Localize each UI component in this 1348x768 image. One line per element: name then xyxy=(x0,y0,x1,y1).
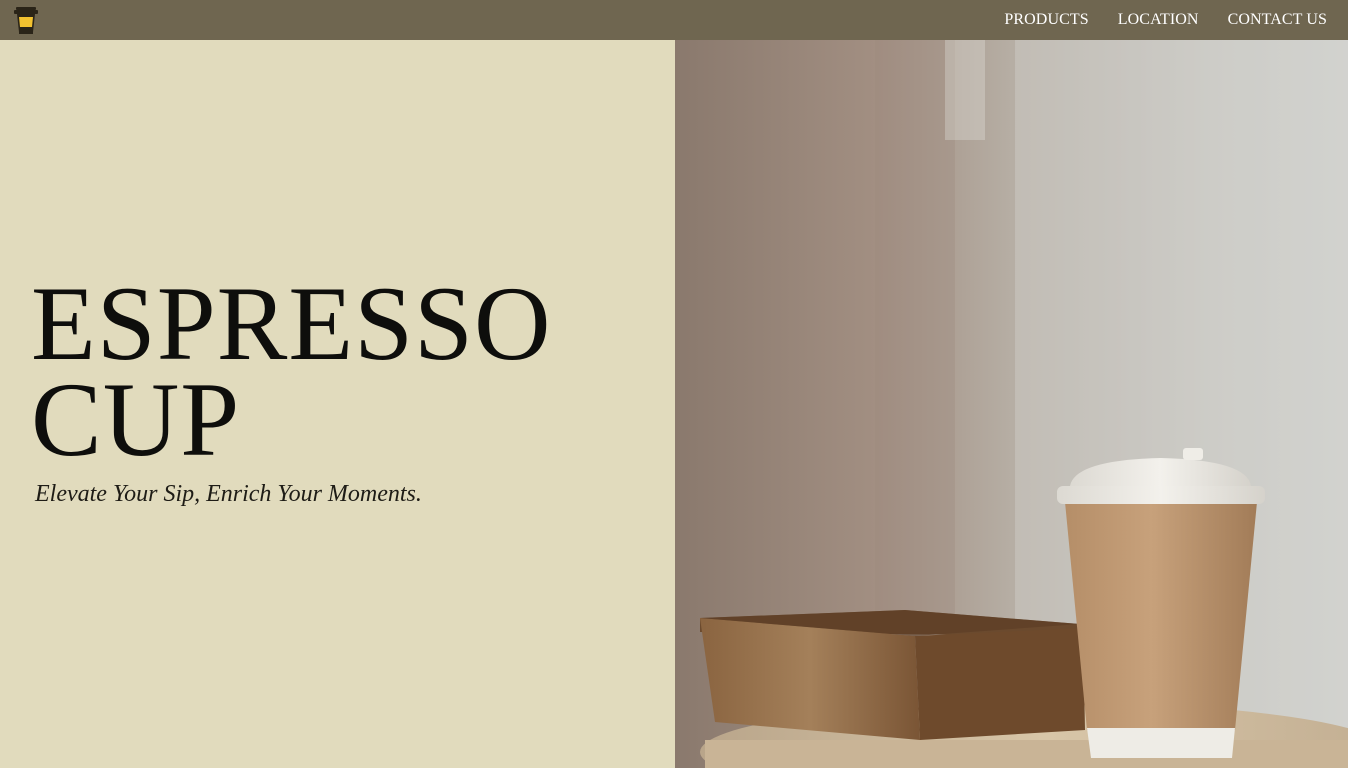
nav-contact-us-link[interactable]: CONTACT US xyxy=(1228,11,1327,29)
hero-tagline: Elevate Your Sip, Enrich Your Moments. xyxy=(35,481,422,507)
hero-text-panel: ESPRESSO CUP Elevate Your Sip, Enrich Yo… xyxy=(0,40,675,768)
nav-location-link[interactable]: LOCATION xyxy=(1118,11,1199,29)
hero-title-line-1: ESPRESSO xyxy=(31,265,552,382)
coffee-cup-icon[interactable] xyxy=(13,4,39,36)
hero-title: ESPRESSO CUP xyxy=(31,265,552,478)
coffee-scene-illustration xyxy=(675,40,1348,768)
hero-title-line-2: CUP xyxy=(31,361,241,478)
nav-products-link[interactable]: PRODUCTS xyxy=(1004,11,1088,29)
navbar: PRODUCTS LOCATION CONTACT US xyxy=(0,0,1348,40)
main-nav: PRODUCTS LOCATION CONTACT US xyxy=(975,11,1327,29)
hero-image xyxy=(675,40,1348,768)
